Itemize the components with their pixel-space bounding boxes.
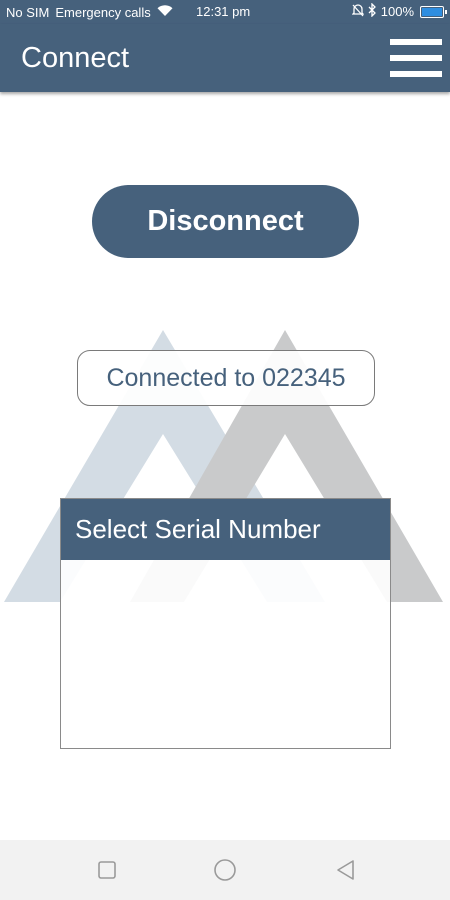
navigation-bar [0,840,450,900]
battery-icon [420,5,447,18]
status-right-group: 100% [351,2,447,20]
connection-status-badge: Connected to 022345 [77,350,375,406]
status-time: 12:31 pm [196,4,251,19]
emergency-calls-label: Emergency calls [55,4,151,20]
serial-number-list[interactable] [61,560,390,748]
wifi-icon [157,4,173,20]
home-circle-icon[interactable] [213,858,237,882]
status-bar: No SIM Emergency calls 12:31 pm 100% [0,0,450,24]
recents-square-icon[interactable] [95,858,119,882]
app-bar: Connect [0,24,450,92]
back-triangle-icon[interactable] [334,858,358,882]
serial-number-header: Select Serial Number [61,499,390,560]
serial-number-header-label: Select Serial Number [75,514,321,544]
mute-icon [351,3,365,20]
hamburger-menu-icon[interactable] [390,39,442,77]
bluetooth-icon [368,2,377,20]
connection-status-text: Connected to 022345 [106,363,346,392]
status-left-group: No SIM Emergency calls [6,5,173,20]
carrier-label: No SIM [6,4,50,20]
page-title: Connect [21,41,130,74]
battery-percent: 100% [380,4,414,19]
serial-number-panel: Select Serial Number [60,498,391,749]
disconnect-button[interactable]: Disconnect [92,185,359,258]
